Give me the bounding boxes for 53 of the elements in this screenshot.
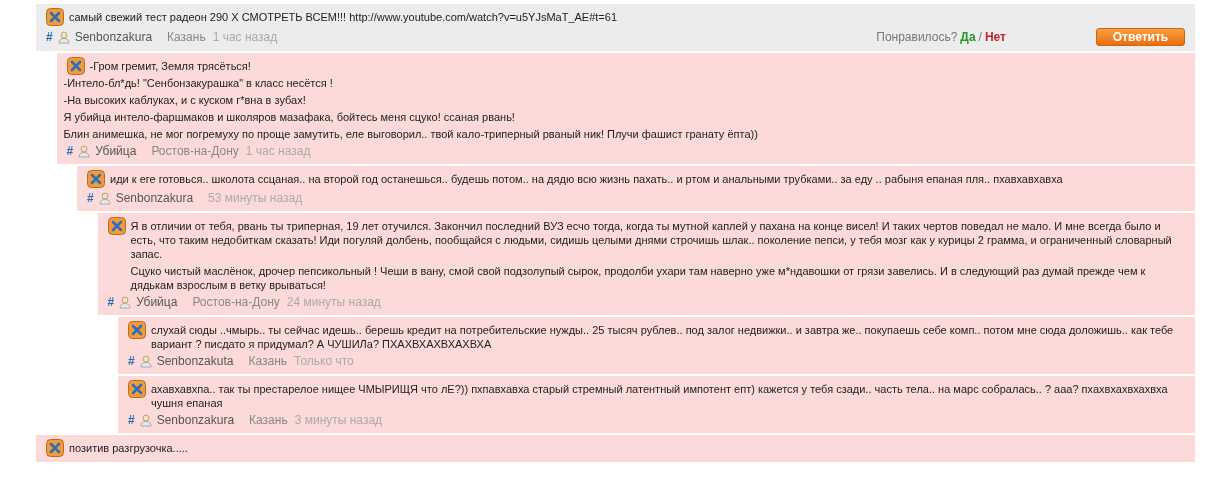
permalink[interactable]: #: [128, 353, 135, 369]
vote-separator: /: [978, 29, 982, 45]
user-icon: [139, 413, 152, 427]
user-icon: [119, 295, 132, 309]
author-link[interactable]: Senbonzakuta: [156, 353, 234, 369]
permalink[interactable]: #: [87, 190, 94, 206]
comment-text: самый свежий тест радеон 290 Х СМОТРЕТЬ ВСЕМ!!! http://www.youtube.com/watch?v=u5YJsMaT_AE#t=61: [69, 10, 619, 24]
time-text: Только что: [294, 353, 354, 369]
cross-icon: [128, 321, 146, 339]
comment-text: ахавхавхпа.. так ты престарелое нищее ЧМЫРИЩЯ что лЕ?)) пхпавхавха старый стремный латентный импотент епт) кажется у тебя сзади.. часть тела.. на марс собралась.. ? ааа? пхахвхахвхахвха чушня епаная: [151, 382, 1169, 410]
permalink[interactable]: #: [128, 412, 135, 428]
cross-icon: [46, 8, 64, 26]
permalink[interactable]: #: [66, 143, 74, 159]
time-text: 53 минуты назад: [208, 190, 303, 206]
author-link[interactable]: Senbonzakura: [74, 29, 153, 45]
reply-button[interactable]: Ответить: [1096, 28, 1185, 46]
comment-text: -На высоких каблуках, и с куском г*вна в зубах!: [63, 93, 307, 107]
user-icon: [98, 191, 111, 205]
city-text: Казань: [167, 29, 206, 45]
author-link[interactable]: Убийца: [95, 143, 137, 159]
author-link[interactable]: Senbonzakura: [156, 412, 235, 428]
comment-text: позитив разгрузочка.....: [69, 441, 189, 455]
no-link[interactable]: Нет: [984, 29, 1006, 45]
comment-text: -Гром гремит, Земля трясёться!: [89, 59, 252, 73]
permalink[interactable]: #: [46, 29, 53, 45]
permalink[interactable]: #: [107, 294, 115, 310]
comment-text: Сцуко чистый маслёнок, дрочер пепсикольный ! Чеши в вану, смой свой подзолупый сырок, продолби ухари там наверно уже м*ндавошки от грязи завелись. И в следующий раз думай прежде чем к дядькам взрослым в ветку врываться!: [130, 264, 1147, 292]
city-text: Ростов-на-Дону: [151, 143, 239, 159]
yes-link[interactable]: Да: [960, 29, 976, 45]
comment-text: Блин анимешка, не мог погремуху по проще замутить, еле выговорил.. твой кало-триперный рваный ник! Плучи фашист гранату ёпта)): [63, 127, 759, 141]
author-link[interactable]: Убийца: [136, 294, 178, 310]
cross-icon: [87, 170, 105, 188]
city-text: Казань: [249, 412, 288, 428]
cross-icon: [46, 439, 64, 457]
time-text: 1 час назад: [245, 143, 311, 159]
vote-label: Понравилось?: [876, 29, 958, 45]
user-icon: [139, 354, 152, 368]
comment-text: Я в отличии от тебя, рвань ты триперная, 19 лет отучился. Закончил последний ВУЗ есчо тогда, когда ты мутной каплей у пахана на конце висел! И таких чертов поведал не мало. И мне всегда было и есть, что таким недобиткам сказать! Иди погуляй долбень, пообщайся с людьми, сидишь целыми днями строчишь шлак.. поколение пепси, у тебя мозг как у курицы 2 грамма, и ограниченный словарный запас.: [130, 219, 1173, 261]
comment-text: Я убийца интело-фаршмаков и школяров мазафака, бойтесь меня сцуко! ссаная рвань!: [63, 110, 516, 124]
cross-icon: [107, 217, 126, 235]
author-link[interactable]: Senbonzakura: [115, 190, 194, 206]
time-text: 24 минуты назад: [286, 294, 381, 310]
time-text: 3 минуты назад: [294, 412, 383, 428]
cross-icon: [66, 57, 85, 75]
comment-text: слухай сюды ..чмырь.. ты сейчас идешь.. берешь кредит на потребительские нужды.. 25 тысяч рублев.. под залог недвижки.. и завтра же.. покупаешь себе комп.. потом мне сюда доложишь.. как тебе вариант ? писдато я придумал? А ЧУШИЛа? ПХАХВХАХВХАХВХА: [151, 323, 1175, 351]
cross-icon: [128, 380, 146, 398]
city-text: Ростов-на-Дону: [192, 294, 280, 310]
city-text: Казань: [248, 353, 287, 369]
comment-text: иди к еге готовься.. школота ссцаная.. на второй год останешься.. будешь потом.. на дядю всю жизнь пахать.. и ртом и анальными трубками.. за еду .. рабыня епаная пля.. пхавхавхавха: [110, 172, 1064, 186]
comment-text: -Интело-бл*дь! "Сенбонзакурашка" в класс несётся !: [63, 76, 334, 90]
time-text: 1 час назад: [212, 29, 278, 45]
user-icon: [78, 144, 91, 158]
user-icon: [57, 30, 70, 44]
